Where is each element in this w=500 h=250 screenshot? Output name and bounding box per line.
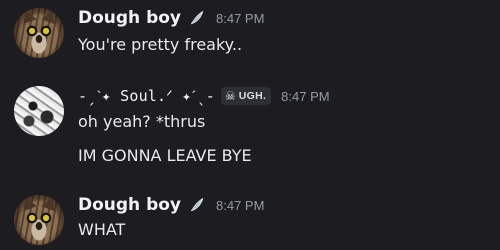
avatar-ear [41, 195, 59, 212]
message-text: WHAT [78, 220, 126, 239]
user-tag[interactable]: ☠ UGH. [220, 87, 272, 105]
timestamp: 8:47 PM [216, 197, 265, 213]
message-header: Dough boy 8:47 PM [78, 194, 264, 216]
message-text: You're pretty freaky.. [78, 35, 243, 54]
chat-message-list: Dough boy 8:47 PM You're pretty freaky..… [0, 0, 500, 250]
avatar-ear [19, 8, 37, 25]
user-tag-text: UGH. [238, 90, 267, 102]
username[interactable]: Dough boy [78, 8, 181, 28]
username[interactable]: -ˏˋ✦ Soul.ᐟ ✦ˊˎ- [78, 87, 215, 106]
avatar[interactable] [14, 86, 64, 136]
avatar-ear [41, 8, 59, 25]
avatar[interactable] [14, 8, 64, 58]
avatar-ear [19, 195, 37, 212]
message-header: -ˏˋ✦ Soul.ᐟ ✦ˊˎ- ☠ UGH. 8:47 PM [78, 85, 330, 107]
timestamp: 8:47 PM [216, 10, 265, 26]
message-text: IM GONNA LEAVE BYE [78, 146, 252, 165]
username[interactable]: Dough boy [78, 195, 181, 215]
timestamp: 8:47 PM [281, 88, 330, 104]
message-text: oh yeah? *thrus [78, 112, 206, 131]
skull-icon: ☠ [224, 89, 236, 103]
avatar[interactable] [14, 195, 64, 245]
angel-wing-icon [190, 10, 204, 25]
message-header: Dough boy 8:47 PM [78, 7, 264, 29]
angel-wing-icon [190, 197, 204, 212]
